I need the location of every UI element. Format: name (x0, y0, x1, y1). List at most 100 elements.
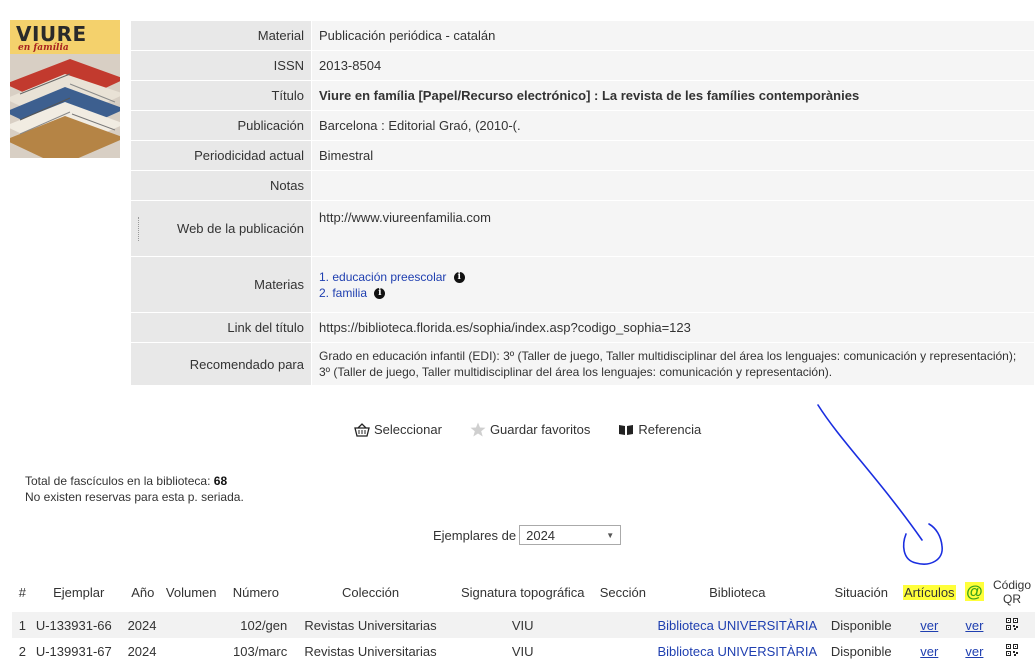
row-qr[interactable] (989, 612, 1035, 638)
favorites-label: Guardar favoritos (489, 422, 591, 437)
year-select[interactable]: 2024 ▼ (519, 525, 622, 545)
record-title-value: Viure en família [Papel/Recurso electrón… (311, 80, 1035, 111)
cover-subtitle: en família (18, 43, 69, 53)
row-coleccion: Revistas Universitarias (290, 638, 451, 664)
articulos-highlighted-label: Artículos (902, 584, 956, 600)
star-icon (470, 422, 486, 437)
select-button[interactable]: Seleccionar (354, 422, 442, 437)
articles-view-link[interactable]: ver (920, 618, 938, 633)
record-label: Materias (130, 256, 312, 313)
save-favorites-button[interactable]: Guardar favoritos (470, 422, 590, 437)
row-volumen (160, 612, 222, 638)
total-issues-line: Total de fascículos en la biblioteca: 68 (25, 473, 244, 489)
info-icon[interactable]: i (453, 271, 465, 283)
record-row-web: Web de la publicación http://www.viureen… (130, 200, 1035, 257)
record-row-material: Material Publicación periódica - catalán (130, 20, 1035, 51)
record-value: Barcelona : Editorial Graó, (2010-(. (311, 110, 1035, 141)
total-issues-label: Total de fascículos en la biblioteca: (25, 474, 214, 488)
select-label: Seleccionar (374, 422, 442, 437)
year-filter-label: Ejemplares de (433, 527, 517, 543)
col-anio[interactable]: Año (124, 572, 161, 612)
basket-icon (354, 422, 370, 437)
record-label: Título (130, 80, 312, 111)
magazines-illustration (10, 54, 120, 158)
record-label: Material (130, 20, 312, 51)
at-icon: @ (965, 582, 984, 601)
col-coleccion[interactable]: Colección (290, 572, 451, 612)
row-numero: 103/marc (221, 638, 291, 664)
row-situacion: Disponible (823, 612, 899, 638)
reservations-note: No existen reservas para esta p. seriada… (25, 490, 244, 504)
record-table: Material Publicación periódica - catalán… (130, 20, 1035, 386)
record-toolbar: Seleccionar Guardar favoritos Referencia (354, 422, 701, 437)
col-numero[interactable]: Número (221, 572, 291, 612)
reference-label: Referencia (638, 422, 702, 437)
holdings-summary: Total de fascículos en la biblioteca: 68… (25, 473, 244, 505)
record-row-recomendado: Recomendado para Grado en educación infa… (130, 342, 1035, 386)
articles-view-link[interactable]: ver (920, 644, 938, 659)
row-seccion (594, 638, 651, 664)
record-value-materias: 1. educación preescolar i 2. familia i (311, 256, 1035, 313)
record-label-web: Web de la publicación (130, 200, 312, 257)
copies-header-row: # Ejemplar Año Volumen Número Colección … (12, 572, 1035, 612)
col-articulos[interactable]: Artículos (898, 572, 960, 612)
library-link[interactable]: Biblioteca UNIVERSITÀRIA (657, 618, 817, 633)
record-label: Publicación (130, 110, 312, 141)
row-seccion (594, 612, 651, 638)
row-num: 1 (12, 612, 33, 638)
col-at[interactable]: @ (959, 572, 989, 612)
record-value-link[interactable]: https://biblioteca.florida.es/sophia/ind… (311, 312, 1035, 343)
chevron-down-icon: ▼ (606, 530, 615, 540)
qr-code-icon (1006, 617, 1018, 630)
record-value: http://www.viureenfamilia.com (311, 200, 1035, 257)
col-seccion[interactable]: Sección (594, 572, 651, 612)
row-situacion: Disponible (823, 638, 899, 664)
row-num: 2 (12, 638, 33, 664)
year-filter: Ejemplares de 2024 ▼ (433, 525, 622, 545)
record-row-materias: Materias 1. educación preescolar i 2. fa… (130, 256, 1035, 313)
cover-image: VIURE en família (10, 20, 120, 158)
info-icon[interactable]: i (374, 287, 386, 299)
record-label: Link del título (130, 312, 312, 343)
record-row-notas: Notas (130, 170, 1035, 201)
record-label: ISSN (130, 50, 312, 81)
record-row-periodicidad: Periodicidad actual Bimestral (130, 140, 1035, 171)
library-link[interactable]: Biblioteca UNIVERSITÀRIA (657, 644, 817, 659)
record-row-link: Link del título https://biblioteca.flori… (130, 312, 1035, 343)
row-numero: 102/gen (221, 612, 291, 638)
row-signatura: VIU (450, 612, 595, 638)
qr-code-icon (1006, 643, 1018, 656)
col-qr[interactable]: Código QR (989, 572, 1035, 612)
resize-handle[interactable] (138, 216, 147, 241)
col-signatura[interactable]: Signatura topográfica (450, 572, 595, 612)
online-view-link[interactable]: ver (965, 644, 983, 659)
record-row-titulo: Título Viure en família [Papel/Recurso e… (130, 80, 1035, 111)
table-row: 1 U-133931-66 2024 102/gen Revistas Univ… (12, 612, 1035, 638)
row-ejemplar: U-139931-67 (32, 638, 125, 664)
row-qr[interactable] (989, 638, 1035, 664)
col-situacion[interactable]: Situación (823, 572, 899, 612)
reference-button[interactable]: Referencia (618, 422, 701, 437)
record-value: Grado en educación infantil (EDI): 3º (T… (311, 342, 1035, 386)
record-label: Recomendado para (130, 342, 312, 386)
book-icon (619, 424, 634, 435)
col-num[interactable]: # (12, 572, 33, 612)
year-select-value: 2024 (526, 527, 556, 543)
record-row-issn: ISSN 2013-8504 (130, 50, 1035, 81)
copies-table: # Ejemplar Año Volumen Número Colección … (12, 572, 1035, 664)
col-ejemplar[interactable]: Ejemplar (32, 572, 125, 612)
online-view-link[interactable]: ver (965, 618, 983, 633)
record-value: 2013-8504 (311, 50, 1035, 81)
subject-link-preescolar[interactable]: 1. educación preescolar (319, 270, 446, 284)
row-ejemplar: U-133931-66 (32, 612, 125, 638)
record-label: Notas (130, 170, 312, 201)
row-signatura: VIU (450, 638, 595, 664)
subject-link-familia[interactable]: 2. familia (319, 286, 367, 300)
row-volumen (160, 638, 222, 664)
record-value: Publicación periódica - catalán (311, 20, 1035, 51)
row-coleccion: Revistas Universitarias (290, 612, 451, 638)
table-row: 2 U-139931-67 2024 103/marc Revistas Uni… (12, 638, 1035, 664)
total-issues-count: 68 (213, 474, 228, 488)
col-biblioteca[interactable]: Biblioteca (650, 572, 824, 612)
col-volumen[interactable]: Volumen (160, 572, 222, 612)
